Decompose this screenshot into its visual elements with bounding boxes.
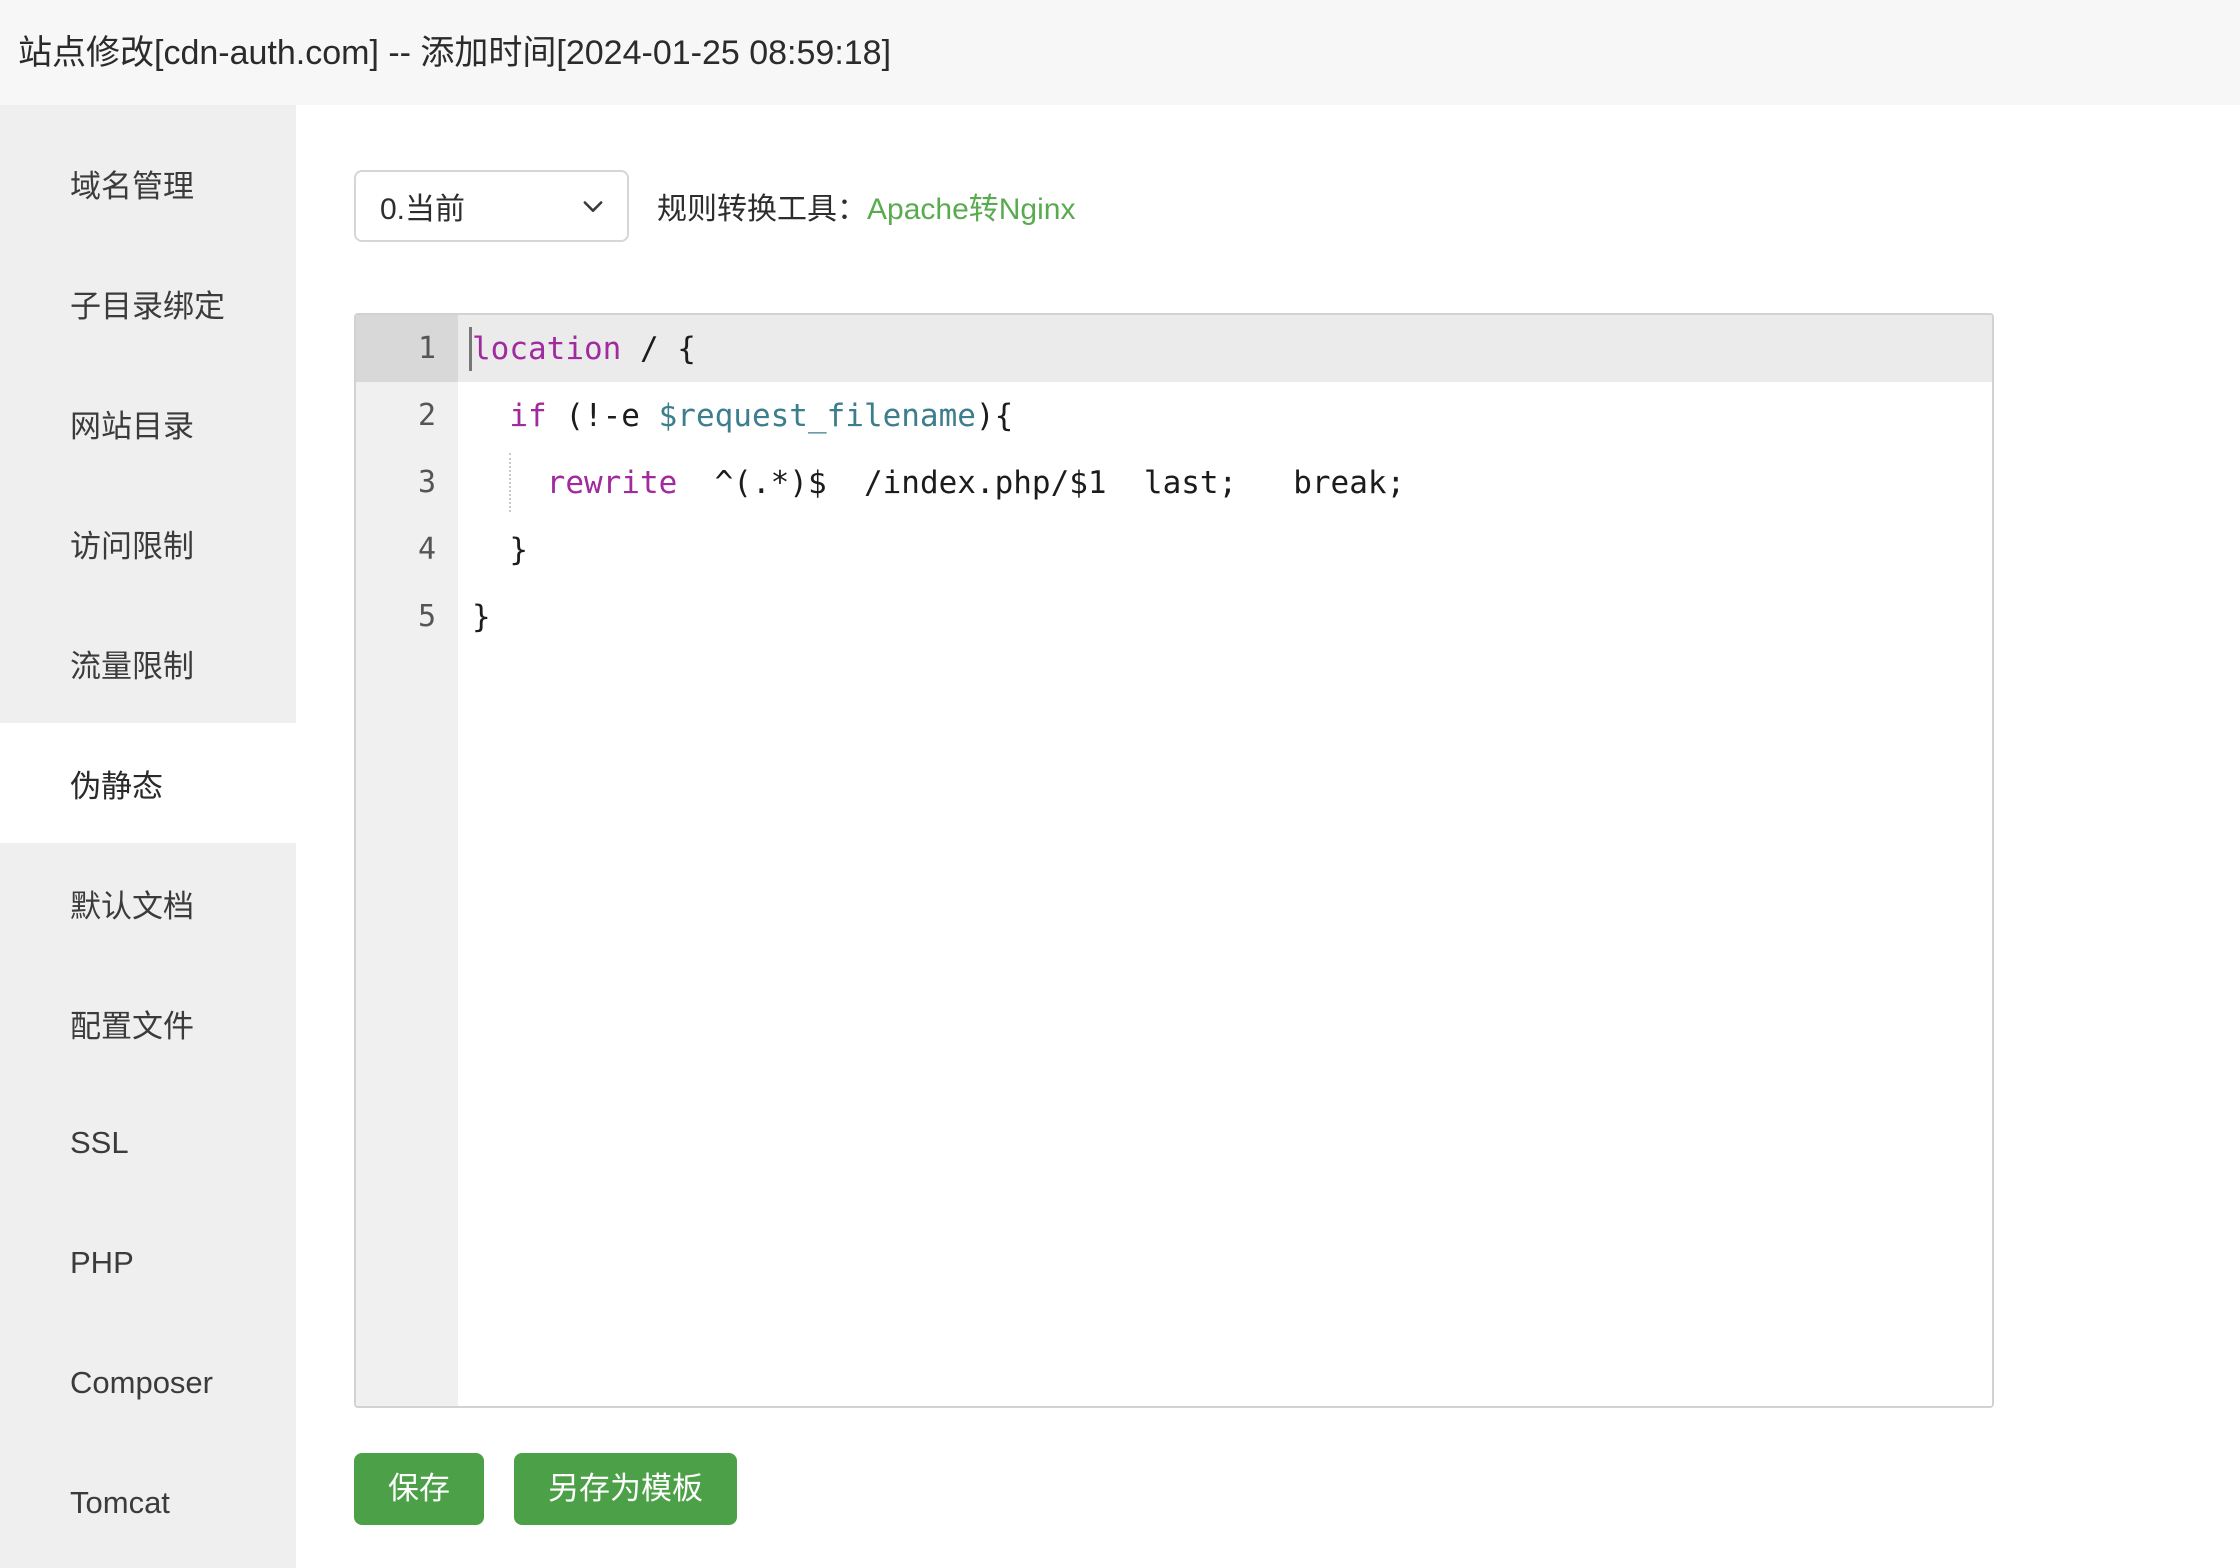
sidebar-item-label: 伪静态 <box>70 768 163 804</box>
line-number: 2 <box>356 382 458 449</box>
code-token-variable: $request_filename <box>658 397 976 434</box>
code-line-text[interactable]: } <box>458 516 1992 583</box>
sidebar-item-label: 流量限制 <box>70 648 194 684</box>
line-number: 5 <box>356 583 458 650</box>
rewrite-rule-select-value: 0.当前 <box>380 193 466 226</box>
line-number: 4 <box>356 516 458 583</box>
save-as-template-button[interactable]: 另存为模板 <box>514 1453 737 1525</box>
code-line-text[interactable]: rewrite ^(.*)$ /index.php/$1 last; break… <box>458 449 1992 516</box>
sidebar-item-label: Composer <box>70 1365 213 1400</box>
sidebar-item-access-restriction[interactable]: 访问限制 <box>0 483 296 603</box>
app-body: 域名管理 子目录绑定 网站目录 访问限制 流量限制 伪静态 默认文档 配置文件 … <box>0 105 2240 1568</box>
rewrite-rule-select[interactable]: 0.当前 <box>354 170 629 242</box>
text-caret <box>469 326 472 371</box>
code-token-keyword: rewrite <box>546 464 678 501</box>
rewrite-rule-code-editor[interactable]: 1 location / { 2 if (!-e $request_filena… <box>354 313 1994 1408</box>
line-number: 3 <box>356 449 458 516</box>
sidebar-item-php[interactable]: PHP <box>0 1203 296 1323</box>
code-token-text: ^(.*)$ /index.php/$1 last; break; <box>677 464 1406 501</box>
save-button[interactable]: 保存 <box>354 1453 484 1525</box>
sidebar-item-label: 默认文档 <box>70 888 194 924</box>
code-token-keyword: location <box>472 330 622 367</box>
window-title-bar: 站点修改[cdn-auth.com] -- 添加时间[2024-01-25 08… <box>0 0 2240 105</box>
code-token-keyword: if <box>509 397 547 434</box>
code-line[interactable]: 1 location / { <box>356 315 1992 382</box>
sidebar-item-label: 访问限制 <box>70 528 194 564</box>
code-token-indent <box>472 398 509 434</box>
sidebar-item-traffic-limit[interactable]: 流量限制 <box>0 603 296 723</box>
code-line[interactable]: 3 rewrite ^(.*)$ /index.php/$1 last; bre… <box>356 449 1992 516</box>
code-line[interactable]: 2 if (!-e $request_filename){ <box>356 382 1992 449</box>
sidebar-item-rewrite[interactable]: 伪静态 <box>0 723 296 843</box>
page-title: 站点修改[cdn-auth.com] -- 添加时间[2024-01-25 08… <box>18 33 892 72</box>
code-token-text: ){ <box>975 397 1014 434</box>
editor-blank-space[interactable] <box>458 650 1992 1406</box>
apache-to-nginx-link[interactable]: Apache转Nginx <box>867 184 1075 228</box>
sidebar-item-default-document[interactable]: 默认文档 <box>0 843 296 963</box>
sidebar: 域名管理 子目录绑定 网站目录 访问限制 流量限制 伪静态 默认文档 配置文件 … <box>0 105 296 1568</box>
editor-action-bar: 保存 另存为模板 <box>354 1453 737 1525</box>
sidebar-item-config-file[interactable]: 配置文件 <box>0 963 296 1083</box>
code-line[interactable]: 4 } <box>356 516 1992 583</box>
code-line[interactable]: 5 } <box>356 583 1992 650</box>
main-content: 0.当前 规则转换工具： Apache转Nginx 1 location / {… <box>296 105 2240 1568</box>
converter-label: 规则转换工具： <box>657 193 867 226</box>
sidebar-item-label: 域名管理 <box>70 168 194 204</box>
sidebar-item-ssl[interactable]: SSL <box>0 1083 296 1203</box>
sidebar-item-label: 子目录绑定 <box>70 288 225 324</box>
code-token-text: / { <box>621 330 696 367</box>
sidebar-item-label: Tomcat <box>70 1485 170 1520</box>
sidebar-item-composer[interactable]: Composer <box>0 1323 296 1443</box>
sidebar-item-domain-management[interactable]: 域名管理 <box>0 123 296 243</box>
indent-guide <box>509 453 511 512</box>
chevron-down-icon <box>583 201 603 212</box>
code-line-text[interactable]: if (!-e $request_filename){ <box>458 382 1992 449</box>
sidebar-item-label: PHP <box>70 1245 134 1280</box>
code-token-text: (!-e <box>546 397 659 434</box>
editor-empty-area[interactable] <box>356 650 1992 1406</box>
code-line-text[interactable]: } <box>458 583 1992 650</box>
editor-toolbar: 0.当前 规则转换工具： Apache转Nginx <box>354 170 1075 242</box>
gutter-filler <box>356 650 458 1406</box>
sidebar-item-label: 网站目录 <box>70 408 194 444</box>
sidebar-item-label: 配置文件 <box>70 1008 194 1044</box>
code-line-text[interactable]: location / { <box>458 315 1992 382</box>
sidebar-item-website-directory[interactable]: 网站目录 <box>0 363 296 483</box>
sidebar-item-subdirectory-binding[interactable]: 子目录绑定 <box>0 243 296 363</box>
line-number: 1 <box>356 315 458 382</box>
sidebar-item-label: SSL <box>70 1125 129 1160</box>
sidebar-item-tomcat[interactable]: Tomcat <box>0 1443 296 1563</box>
